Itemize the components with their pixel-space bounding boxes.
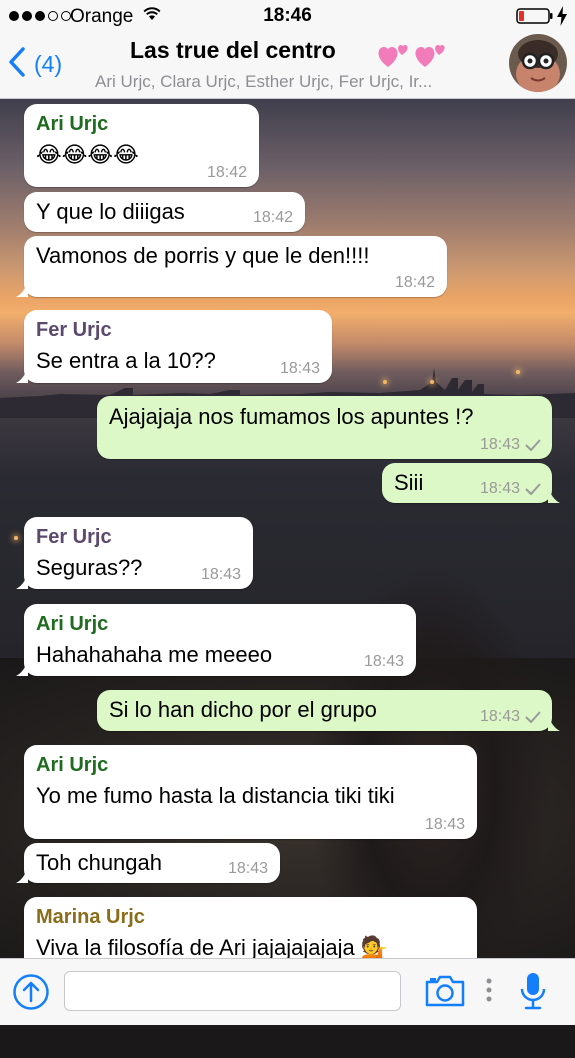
check-icon [525,439,541,451]
message-input-bar [0,958,575,1025]
message-time: 18:43 [279,360,320,377]
city-light [14,536,18,540]
message-time: 18:43 [479,480,520,497]
camera-icon [425,975,465,1007]
share-arrow-icon [13,974,49,1010]
message-bubble[interactable]: Ari Urjc 😂😂😂😂 18:42 [24,104,259,187]
status-clock: 18:46 [263,5,312,26]
city-light [383,380,387,384]
chat-header: (4) Las true del centro Ari Urjc, Clara … [0,32,575,99]
status-bar: Orange 18:46 [0,0,575,32]
bubble-tail [16,367,28,383]
microphone-icon [520,973,546,1010]
message-time: 18:42 [394,274,435,291]
check-icon [525,483,541,495]
message-sender: Ari Urjc [36,754,109,776]
share-button[interactable] [12,973,50,1016]
message-bubble[interactable]: Fer Urjc Seguras?? 18:43 [16,517,253,589]
message-sender: Ari Urjc [36,613,109,635]
more-dots-icon[interactable] [485,977,493,1008]
message-input[interactable] [64,971,401,1011]
bubble-tail [16,573,28,589]
unread-count: (4) [34,50,63,77]
message-time: 18:43 [200,566,241,583]
check-icon [525,711,541,723]
message-text: Se entra a la 10?? [36,348,216,373]
bubble-tail [16,660,28,676]
message-bubble[interactable]: Ari Urjc Hahahahaha me meeeo 18:43 [16,604,416,676]
message-bubble[interactable]: Siii 18:43 [382,463,560,503]
bubble-tail [16,281,28,297]
battery-icon [516,8,554,30]
message-bubble[interactable]: Y que lo diiigas 18:42 [24,192,305,232]
message-time: 18:42 [252,209,293,226]
message-bubble[interactable]: Toh chungah 18:43 [16,843,280,883]
message-time: 18:43 [479,436,520,453]
message-text: Si lo han dicho por el grupo [109,697,377,722]
message-text: Vamonos de porris y que le den!!!! [36,243,370,268]
city-light [516,370,520,374]
message-sender: Fer Urjc [36,319,112,341]
group-avatar[interactable] [509,34,567,92]
message-sender: Marina Urjc [36,906,145,928]
chat-members[interactable]: Ari Urjc, Clara Urjc, Esther Urjc, Fer U… [95,72,495,92]
message-bubble[interactable]: Ajajajaja nos fumamos los apuntes !? 18:… [97,396,552,459]
chat-title[interactable]: Las true del centro [130,37,336,64]
bubble-tail [16,867,28,883]
chevron-left-icon [8,46,26,82]
two-hearts-icon [376,37,446,76]
camera-button[interactable] [424,974,466,1013]
message-time: 18:42 [206,164,247,181]
message-text: Hahahahaha me meeeo [36,642,273,667]
mic-button[interactable] [518,971,548,1016]
charging-bolt-icon [557,6,567,32]
message-sender: Fer Urjc [36,526,112,548]
message-time: 18:43 [479,708,520,725]
back-button[interactable]: (4) [8,44,62,84]
message-sender: Ari Urjc [36,113,109,135]
message-time: 18:43 [363,653,404,670]
bubble-tail [548,715,560,731]
message-text: Ajajajaja nos fumamos los apuntes !? [109,404,474,429]
message-bubble[interactable]: Si lo han dicho por el grupo 18:43 [97,690,560,731]
message-bubble[interactable]: Vamonos de porris y que le den!!!! 18:42 [16,236,447,297]
message-bubble[interactable]: Fer Urjc Se entra a la 10?? 18:43 [16,310,332,383]
city-light [430,380,434,384]
bubble-tail [548,487,560,503]
message-bubble[interactable]: Ari Urjc Yo me fumo hasta la distancia t… [24,745,477,839]
message-time: 18:43 [424,816,465,833]
message-text: Yo me fumo hasta la distancia tiki tiki [36,783,395,808]
message-time: 18:43 [227,860,268,877]
